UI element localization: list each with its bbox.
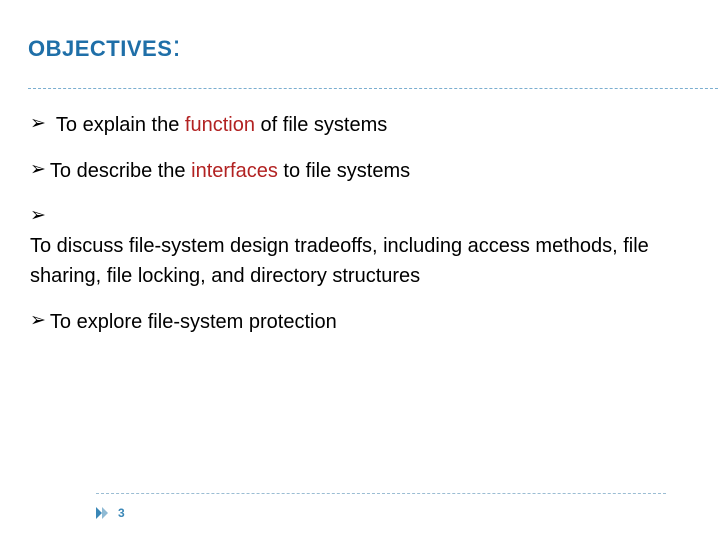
footer-marker-icon [96, 507, 108, 519]
bullet-text: To explain the function of file systems [56, 110, 690, 140]
slide: OBJECTIVES: ➢ To explain the function of… [0, 0, 720, 540]
bullet-pre: To describe the [50, 160, 191, 182]
bullet-highlight: function [185, 114, 255, 136]
bullet-pre: To explain the [56, 114, 185, 136]
title-text: OBJECTIVES [28, 36, 172, 61]
bullet-text: To explore file-system protection [50, 307, 690, 337]
bullet-post: of file systems [255, 114, 387, 136]
bullet-text: To describe the interfaces to file syste… [50, 156, 690, 186]
list-item: ➢ To discuss file-system design tradeoff… [30, 202, 690, 291]
list-item: ➢ To explore file-system protection [30, 307, 690, 337]
footer-divider [96, 493, 666, 494]
page-number: 3 [118, 506, 125, 520]
bullet-pre: To explore file-system protection [50, 311, 337, 333]
bullet-text: To discuss file-system design tradeoffs,… [30, 231, 690, 291]
list-item: ➢ To explain the function of file system… [30, 110, 690, 140]
list-item: ➢ To describe the interfaces to file sys… [30, 156, 690, 186]
bullet-pre: To discuss file-system design tradeoffs,… [30, 235, 649, 287]
bullet-post: to file systems [278, 160, 410, 182]
bullet-arrow-icon: ➢ [30, 110, 46, 139]
bullet-arrow-icon: ➢ [30, 202, 46, 231]
bullet-arrow-icon: ➢ [30, 307, 46, 336]
bullet-arrow-icon: ➢ [30, 156, 46, 185]
footer: 3 [96, 506, 125, 520]
title-colon: : [172, 30, 181, 63]
title-divider [28, 88, 720, 89]
content-area: ➢ To explain the function of file system… [30, 110, 690, 353]
bullet-highlight: interfaces [191, 160, 278, 182]
slide-title: OBJECTIVES: [28, 30, 181, 64]
